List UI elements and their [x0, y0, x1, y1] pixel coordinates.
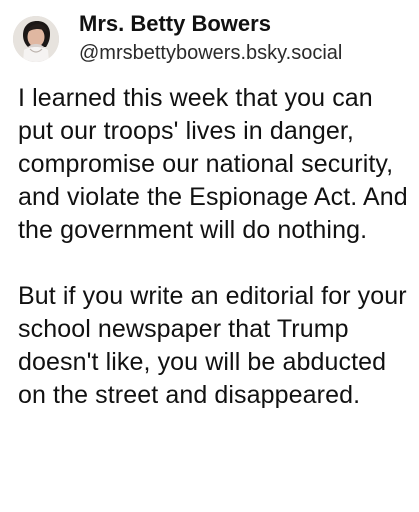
avatar-portrait-icon	[13, 16, 59, 62]
social-post: Mrs. Betty Bowers @mrsbettybowers.bsky.s…	[0, 0, 419, 512]
avatar[interactable]	[13, 16, 59, 62]
post-header: Mrs. Betty Bowers @mrsbettybowers.bsky.s…	[13, 10, 409, 70]
author-handle[interactable]: @mrsbettybowers.bsky.social	[79, 41, 409, 65]
post-paragraph-1: I learned this week that you can put our…	[18, 84, 408, 244]
author-meta: Mrs. Betty Bowers @mrsbettybowers.bsky.s…	[79, 10, 409, 65]
post-body: I learned this week that you can put our…	[18, 82, 408, 412]
author-display-name[interactable]: Mrs. Betty Bowers	[79, 10, 409, 38]
post-paragraph-2: But if you write an editorial for your s…	[18, 282, 407, 409]
